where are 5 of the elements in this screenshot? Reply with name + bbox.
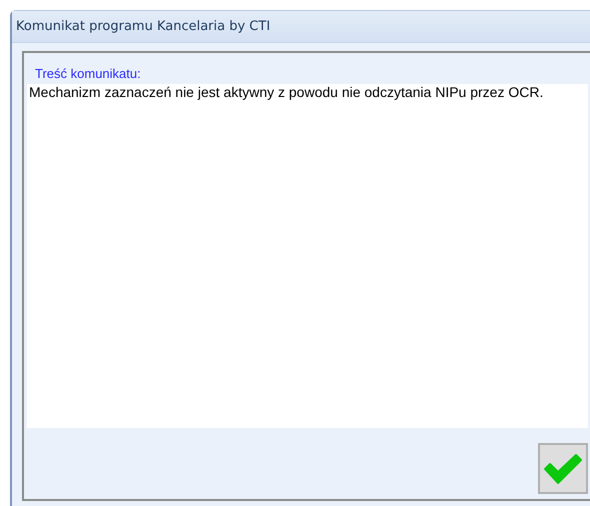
ok-button[interactable]: [538, 443, 588, 494]
message-text: Mechanizm zaznaczeń nie jest aktywny z powodu nie odczytania NIPu przez OCR.: [29, 84, 544, 100]
message-label: Treść komunikatu:: [34, 65, 142, 83]
checkmark-icon: [542, 452, 584, 486]
window-title: Komunikat programu Kancelaria by CTI: [16, 19, 270, 34]
